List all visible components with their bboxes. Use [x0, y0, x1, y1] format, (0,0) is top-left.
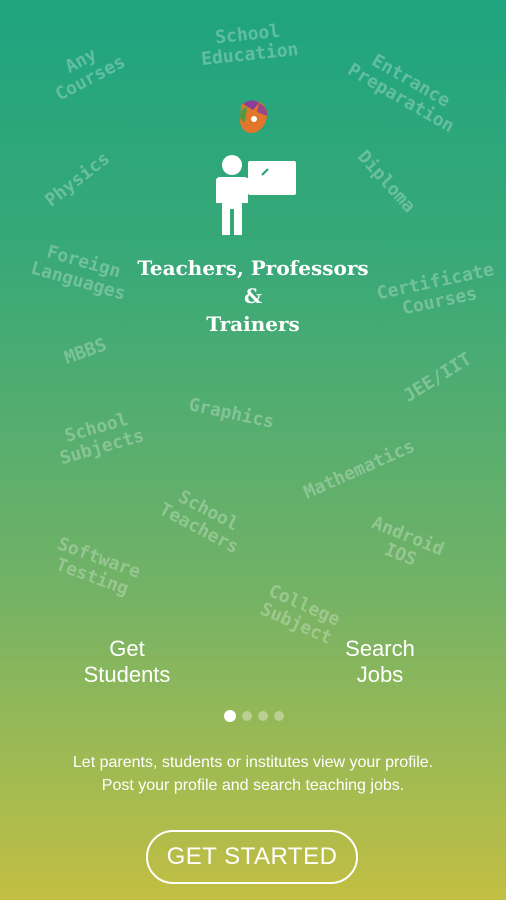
get-started-button[interactable]: GET STARTED [146, 830, 358, 884]
page-indicator [224, 710, 284, 722]
feature-get-students-line-2: Students [83, 662, 171, 687]
headline-line-2: & [243, 284, 263, 308]
feature-get-students-line-1: Get [109, 636, 145, 661]
feature-search-jobs: Search Jobs [310, 636, 450, 688]
description-line-1: Let parents, students or institutes view… [72, 754, 434, 771]
description: Let parents, students or institutes view… [20, 751, 486, 797]
bg-word-mathematics: Mathematics [300, 435, 419, 504]
bg-word-school-education: School Education [200, 20, 300, 70]
page-dot-1[interactable] [224, 710, 236, 722]
page-dot-2[interactable] [242, 711, 252, 721]
headline: Teachers, Professors & Trainers [100, 254, 406, 338]
bg-word-graphics: Graphics [186, 394, 277, 433]
feature-search-jobs-line-1: Search [345, 636, 415, 661]
page-dot-3[interactable] [258, 711, 268, 721]
bg-word-jee-iit: JEE/IIT [399, 348, 476, 407]
bg-word-school-teachers: School Teachers [155, 486, 243, 559]
bg-word-software-testing: Software Testing [52, 533, 144, 600]
teacher-board-icon [210, 153, 300, 237]
bg-word-android-ios: Android IOS [368, 512, 447, 571]
bg-word-mbbs: MBBS [61, 334, 110, 369]
description-line-2: Post your profile and search teaching jo… [101, 777, 405, 794]
bg-word-school-subjects: School Subjects [57, 408, 147, 470]
headline-line-3: Trainers [206, 312, 300, 336]
app-logo-icon [235, 98, 273, 136]
page-dot-4[interactable] [274, 711, 284, 721]
bg-word-physics: Physics [41, 147, 114, 212]
headline-line-1: Teachers, Professors [137, 256, 369, 280]
feature-search-jobs-line-2: Jobs [356, 662, 404, 687]
bg-word-entrance-preparation: Entrance Preparation [343, 50, 458, 138]
feature-get-students: Get Students [57, 636, 197, 688]
bg-word-any-courses: Any Courses [51, 43, 129, 106]
bg-word-diploma: Diploma [353, 146, 420, 217]
